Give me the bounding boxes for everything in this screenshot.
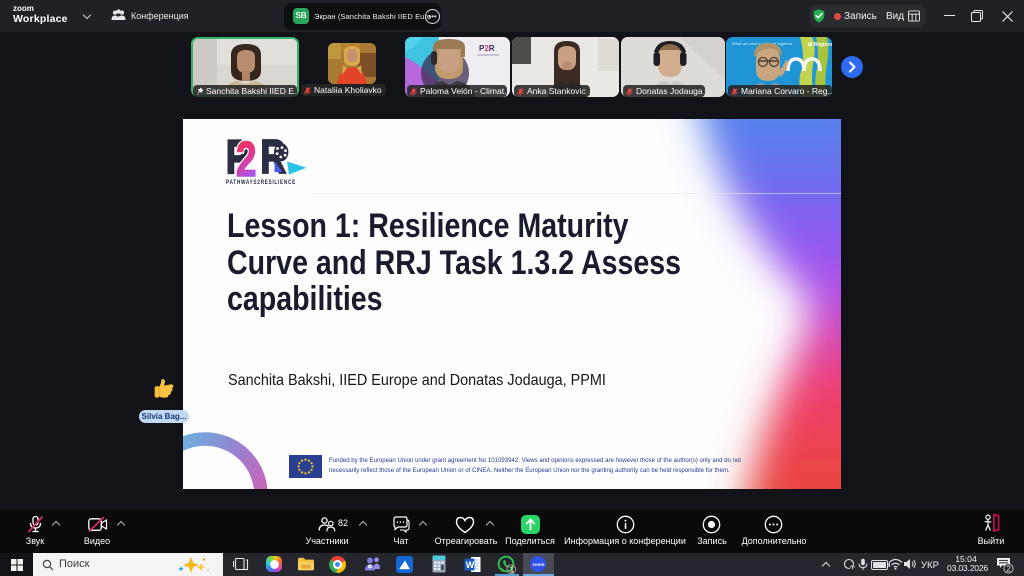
svg-text:W: W [466,560,475,570]
svg-text:PATHWAYS2RESILIENCE: PATHWAYS2RESILIENCE [226,179,296,185]
svg-text:P2R: P2R [479,44,495,53]
svg-text:2: 2 [1006,564,1011,573]
svg-text:2: 2 [236,139,256,185]
svg-text:⊞ Regions4: ⊞ Regions4 [808,42,832,48]
